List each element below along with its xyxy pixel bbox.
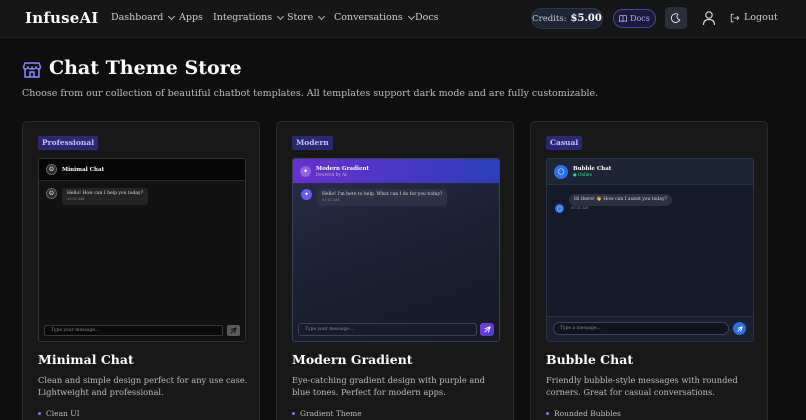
page-subtitle: Choose from our collection of beautiful …	[22, 88, 599, 99]
message-text: Hi there! 👋 How can I assist you today?	[574, 197, 667, 202]
preview-message: ☺ Hello! How can I help you today? 03:51…	[46, 188, 148, 205]
bot-avatar: ☺	[46, 164, 57, 175]
nav-store[interactable]: Store	[287, 12, 326, 23]
message-time: 03:51 AM	[322, 198, 340, 202]
feature-item: Rounded Bubbles	[546, 409, 621, 418]
theme-card-bubble-chat[interactable]: Casual ◯ Bubble Chat ● Online ◯ Hi there…	[530, 121, 768, 420]
preview-bot-name: Modern Gradient	[316, 165, 370, 172]
send-icon	[483, 326, 491, 333]
preview-header-text: Modern Gradient Powered by AI	[316, 166, 369, 177]
chat-preview: ✦ Modern Gradient Powered by AI ✦ Hello!…	[292, 158, 500, 342]
preview-bot-subtitle: Powered by AI	[316, 171, 347, 177]
chat-preview: ☺ Minimal Chat ☺ Hello! How can I help y…	[38, 158, 246, 342]
user-icon[interactable]	[702, 10, 716, 26]
nav-integrations-label: Integrations	[213, 12, 273, 23]
send-button	[480, 323, 494, 336]
bot-avatar: ◯	[555, 204, 564, 213]
nav-store-label: Store	[287, 12, 314, 23]
category-badge: Casual	[546, 136, 583, 150]
preview-message: ✦ Hello! I'm here to help. What can I do…	[301, 189, 448, 206]
message-bubble: Hello! I'm here to help. What can I do f…	[317, 189, 448, 206]
card-title: Minimal Chat	[38, 352, 134, 367]
credits-badge[interactable]: Credits: $5.00	[531, 8, 603, 29]
card-description: Clean and simple design perfect for any …	[38, 375, 248, 397]
message-text: Hello! I'm here to help. What can I do f…	[322, 192, 443, 197]
send-icon	[736, 325, 743, 332]
category-badge: Professional	[38, 136, 99, 150]
preview-message: ◯ Hi there! 👋 How can I assist you today…	[555, 194, 672, 213]
send-icon	[230, 327, 237, 334]
chevron-down-icon	[277, 12, 285, 20]
nav-conversations-label: Conversations	[334, 12, 403, 23]
send-button	[227, 325, 240, 336]
logout-button[interactable]: Logout	[730, 12, 778, 23]
theme-card-minimal-chat[interactable]: Professional ☺ Minimal Chat ☺ Hello! How…	[22, 121, 260, 420]
preview-bot-name: Minimal Chat	[62, 166, 105, 173]
preview-header-text: Bubble Chat ● Online	[573, 166, 611, 177]
preview-message-input: Type a message...	[553, 322, 729, 335]
docs-button[interactable]: Docs	[613, 9, 656, 28]
bot-avatar: ✦	[300, 165, 311, 177]
nav-conversations[interactable]: Conversations	[334, 12, 415, 23]
chevron-down-icon	[168, 12, 176, 20]
nav-apps[interactable]: Apps	[179, 12, 203, 23]
message-group: Hi there! 👋 How can I assist you today? …	[569, 194, 672, 211]
message-bubble: Hi there! 👋 How can I assist you today?	[569, 194, 672, 206]
top-navbar: InfuseAI Dashboard Apps Integrations Sto…	[0, 0, 806, 38]
bullet-icon	[546, 412, 549, 415]
store-icon	[22, 62, 42, 78]
nav-dashboard[interactable]: Dashboard	[111, 12, 176, 23]
preview-header: ✦ Modern Gradient Powered by AI	[293, 159, 499, 183]
message-time: 03:51 AM	[571, 206, 589, 210]
credits-label: Credits:	[532, 13, 567, 24]
theme-toggle-button[interactable]	[665, 7, 687, 29]
bot-avatar: ◯	[554, 164, 568, 179]
credits-value: $5.00	[570, 13, 602, 24]
feature-label: Gradient Theme	[300, 409, 362, 418]
bot-avatar: ✦	[301, 189, 312, 200]
card-title: Bubble Chat	[546, 352, 634, 367]
feature-item: Gradient Theme	[292, 409, 362, 418]
feature-item: Clean UI	[38, 409, 80, 418]
chevron-down-icon	[407, 12, 415, 20]
card-description: Eye-catching gradient design with purple…	[292, 375, 485, 397]
bullet-icon	[292, 412, 295, 415]
nav-docs[interactable]: Docs	[415, 12, 439, 23]
page-title: Chat Theme Store	[49, 57, 242, 79]
chevron-down-icon	[318, 12, 326, 20]
card-title: Modern Gradient	[292, 352, 413, 367]
nav-dashboard-label: Dashboard	[111, 12, 164, 23]
message-bubble: Hello! How can I help you today? 03:51 A…	[62, 188, 148, 205]
preview-message-input: Type your message...	[298, 323, 477, 336]
preview-message-input: Type your message...	[44, 325, 223, 336]
online-status: ● Online	[573, 172, 592, 177]
nav-docs-label: Docs	[415, 12, 439, 23]
bullet-icon	[38, 412, 41, 415]
brand-logo[interactable]: InfuseAI	[25, 9, 99, 27]
message-time: 03:51 AM	[67, 197, 85, 201]
preview-header: ◯ Bubble Chat ● Online	[547, 159, 753, 185]
feature-label: Clean UI	[46, 409, 80, 418]
logout-label: Logout	[744, 12, 778, 23]
nav-apps-label: Apps	[179, 12, 203, 23]
logout-icon	[730, 13, 740, 22]
category-badge: Modern	[292, 136, 333, 150]
card-description: Friendly bubble-style messages with roun…	[546, 375, 738, 397]
send-button	[733, 322, 746, 335]
bot-avatar: ☺	[46, 188, 57, 199]
theme-card-modern-gradient[interactable]: Modern ✦ Modern Gradient Powered by AI ✦…	[276, 121, 514, 420]
docs-button-label: Docs	[630, 14, 650, 23]
feature-label: Rounded Bubbles	[554, 409, 621, 418]
moon-icon	[671, 13, 681, 23]
chat-preview: ◯ Bubble Chat ● Online ◯ Hi there! 👋 How…	[546, 158, 754, 342]
nav-integrations[interactable]: Integrations	[213, 12, 285, 23]
book-icon	[619, 15, 627, 22]
preview-header: ☺ Minimal Chat	[39, 159, 245, 181]
